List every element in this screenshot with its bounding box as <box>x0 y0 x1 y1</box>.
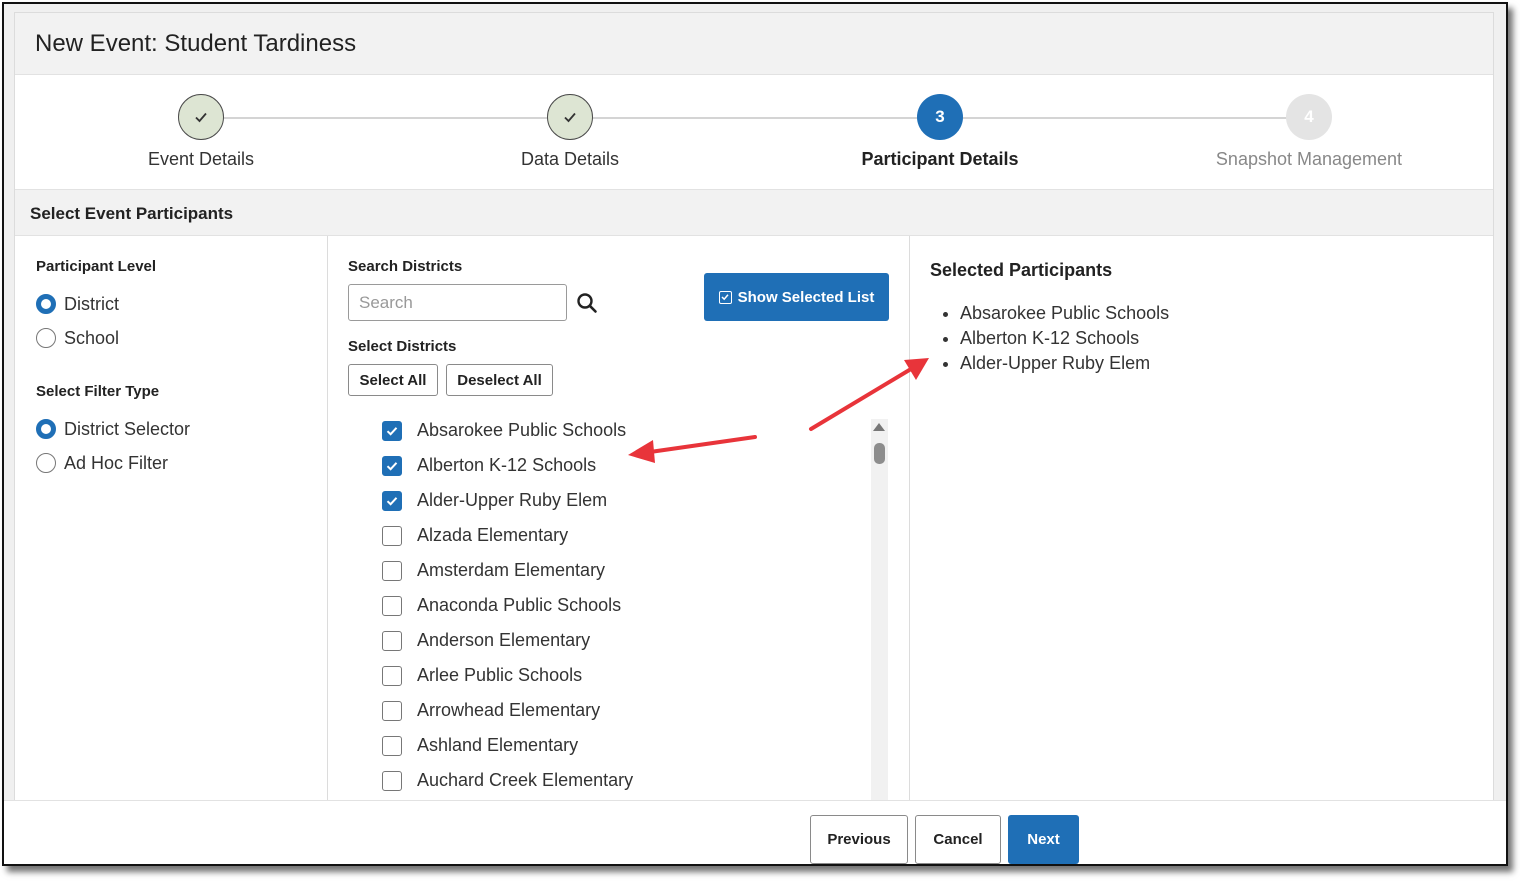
button-label: Show Selected List <box>737 288 875 306</box>
district-list: Absarokee Public Schools Alberton K-12 S… <box>382 413 862 798</box>
section-title: Select Event Participants <box>15 190 1493 236</box>
radio-district[interactable]: District <box>36 287 327 321</box>
step-label: Snapshot Management <box>1215 149 1403 169</box>
new-event-dialog: New Event: Student Tardiness Event Detai… <box>14 12 1495 864</box>
selected-participants-list: Absarokee Public Schools Alberton K-12 S… <box>930 301 1495 376</box>
participant-panels: Participant Level District School Select… <box>15 236 1495 839</box>
district-item[interactable]: Anaconda Public Schools <box>382 588 862 623</box>
district-name: Anderson Elementary <box>417 630 591 650</box>
scrollbar-thumb[interactable] <box>874 443 885 464</box>
dialog-footer: Previous Cancel Next <box>4 800 1506 864</box>
checkbox-square-icon <box>718 290 732 304</box>
check-icon <box>178 94 224 140</box>
district-name: Ashland Elementary <box>417 735 579 755</box>
district-item[interactable]: Alder-Upper Ruby Elem <box>382 483 862 518</box>
search-input[interactable] <box>348 284 567 321</box>
district-name: Anaconda Public Schools <box>417 595 622 615</box>
step-label: Participant Details <box>861 149 1019 169</box>
scroll-up-arrow-icon[interactable] <box>873 423 885 431</box>
dialog-title: New Event: Student Tardiness <box>15 13 1493 75</box>
district-name: Auchard Creek Elementary <box>417 770 634 790</box>
step-number: 4 <box>1286 94 1332 140</box>
district-item[interactable]: Amsterdam Elementary <box>382 553 862 588</box>
district-name: Arlee Public Schools <box>417 665 583 685</box>
step-number: 3 <box>917 94 963 140</box>
radio-ad-hoc-filter[interactable]: Ad Hoc Filter <box>36 446 327 480</box>
search-icon[interactable] <box>576 292 598 314</box>
radio-selected-icon[interactable] <box>36 294 56 314</box>
selected-participant: Absarokee Public Schools <box>960 301 1495 326</box>
checkbox-unchecked-icon[interactable] <box>382 560 402 581</box>
show-selected-list-button[interactable]: Show Selected List <box>704 273 889 321</box>
selected-participant: Alder-Upper Ruby Elem <box>960 351 1495 376</box>
search-bar <box>348 284 598 321</box>
district-name: Alder-Upper Ruby Elem <box>417 490 608 510</box>
district-list-scrollbar[interactable] <box>871 419 888 839</box>
radio-label: District Selector <box>64 418 191 439</box>
checkbox-unchecked-icon[interactable] <box>382 630 402 651</box>
step-snapshot-management: 4 Snapshot Management <box>1179 94 1439 170</box>
district-name: Alzada Elementary <box>417 525 569 545</box>
step-label: Data Details <box>520 149 620 169</box>
district-item[interactable]: Alzada Elementary <box>382 518 862 553</box>
district-item[interactable]: Arlee Public Schools <box>382 658 862 693</box>
cancel-button[interactable]: Cancel <box>915 815 1001 864</box>
checkbox-checked-icon[interactable] <box>382 490 402 511</box>
radio-unselected-icon[interactable] <box>36 328 56 348</box>
district-item[interactable]: Arrowhead Elementary <box>382 693 862 728</box>
screenshot-frame: New Event: Student Tardiness Event Detai… <box>2 2 1508 866</box>
radio-selected-icon[interactable] <box>36 419 56 439</box>
radio-label: District <box>64 293 119 314</box>
radio-label: School <box>64 327 120 348</box>
radio-unselected-icon[interactable] <box>36 453 56 473</box>
radio-district-selector[interactable]: District Selector <box>36 412 327 446</box>
district-name: Amsterdam Elementary <box>417 560 606 580</box>
step-data-details[interactable]: Data Details <box>440 94 700 170</box>
selected-participants-panel: Selected Participants Absarokee Public S… <box>910 236 1495 836</box>
step-label: Event Details <box>147 149 255 169</box>
district-item[interactable]: Auchard Creek Elementary <box>382 763 862 798</box>
select-all-button[interactable]: Select All <box>348 364 438 396</box>
radio-label: Ad Hoc Filter <box>64 452 169 473</box>
stepper-track <box>215 117 1325 119</box>
district-item[interactable]: Absarokee Public Schools <box>382 413 862 448</box>
wizard-stepper: Event Details Data Details 3 Participant… <box>15 75 1493 190</box>
selected-participants-title: Selected Participants <box>930 260 1113 280</box>
check-icon <box>547 94 593 140</box>
radio-school[interactable]: School <box>36 321 327 355</box>
checkbox-checked-icon[interactable] <box>382 455 402 476</box>
participant-level-label: Participant Level <box>36 258 157 275</box>
step-participant-details[interactable]: 3 Participant Details <box>810 94 1070 170</box>
district-item[interactable]: Alberton K-12 Schools <box>382 448 862 483</box>
checkbox-checked-icon[interactable] <box>382 420 402 441</box>
district-selector-panel: Search Districts Show Selected List Sele… <box>328 236 910 839</box>
district-name: Arrowhead Elementary <box>417 700 601 720</box>
checkbox-unchecked-icon[interactable] <box>382 665 402 686</box>
checkbox-unchecked-icon[interactable] <box>382 595 402 616</box>
checkbox-unchecked-icon[interactable] <box>382 700 402 721</box>
search-districts-label: Search Districts <box>348 258 463 275</box>
district-item[interactable]: Anderson Elementary <box>382 623 862 658</box>
select-districts-label: Select Districts <box>348 338 457 355</box>
selected-participant: Alberton K-12 Schools <box>960 326 1495 351</box>
checkbox-unchecked-icon[interactable] <box>382 735 402 756</box>
deselect-all-button[interactable]: Deselect All <box>446 364 553 396</box>
filter-type-label: Select Filter Type <box>36 383 160 400</box>
district-item[interactable]: Ashland Elementary <box>382 728 862 763</box>
district-name: Absarokee Public Schools <box>417 420 627 440</box>
participant-options-panel: Participant Level District School Select… <box>15 236 328 836</box>
checkbox-unchecked-icon[interactable] <box>382 525 402 546</box>
checkbox-unchecked-icon[interactable] <box>382 770 402 791</box>
next-button[interactable]: Next <box>1008 815 1079 864</box>
previous-button[interactable]: Previous <box>810 815 908 864</box>
step-event-details[interactable]: Event Details <box>71 94 331 170</box>
district-name: Alberton K-12 Schools <box>417 455 597 475</box>
